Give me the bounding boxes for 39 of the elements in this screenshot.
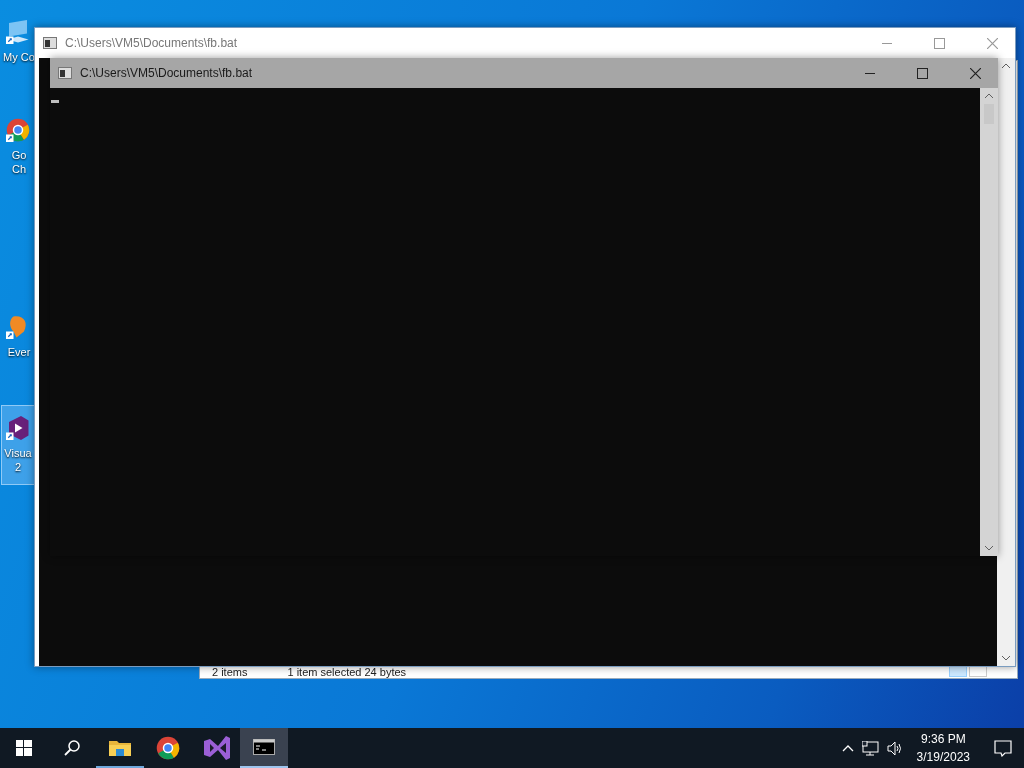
- icon-label: Go: [11, 148, 27, 162]
- desktop-icon[interactable]: Go Ch: [2, 108, 36, 188]
- computer-icon[interactable]: [6, 20, 30, 44]
- close-icon[interactable]: [987, 37, 998, 49]
- window-title: C:\Users\VM5\Documents\fb.bat: [65, 36, 239, 50]
- visual-studio-icon[interactable]: [6, 416, 30, 440]
- close-icon[interactable]: [970, 67, 981, 79]
- scroll-down-icon[interactable]: [984, 544, 994, 552]
- icon-label: Visua: [4, 446, 32, 460]
- folder-icon: [109, 738, 131, 756]
- window-title: C:\Users\VM5\Documents\fb.bat: [80, 66, 254, 80]
- taskbar-button[interactable]: [240, 728, 288, 768]
- console-icon: [58, 67, 72, 79]
- desktop-icon[interactable]: Visua 2: [1, 405, 35, 485]
- status-text: 2 items: [212, 666, 248, 678]
- scroll-up-icon[interactable]: [1001, 62, 1011, 70]
- search-icon: [64, 740, 80, 756]
- network-icon[interactable]: [861, 740, 879, 756]
- desktop-icon[interactable]: Ever: [2, 305, 36, 385]
- clock[interactable]: 9:36 PM 3/19/2023: [910, 730, 976, 766]
- notification-icon[interactable]: [994, 739, 1012, 757]
- visual-studio-icon: [202, 734, 230, 762]
- volume-icon[interactable]: [886, 740, 903, 756]
- scroll-up-icon[interactable]: [984, 92, 994, 100]
- status-text: 1 item selected 24 bytes: [287, 666, 407, 678]
- icon-label: My Co: [3, 50, 35, 64]
- console-icon: [253, 739, 275, 755]
- icon-label: 2: [14, 460, 22, 474]
- chrome-icon: [156, 736, 180, 760]
- desktop-icon[interactable]: My Co: [2, 10, 36, 90]
- console-icon: [43, 37, 57, 49]
- icon-label: Ch: [11, 162, 27, 176]
- maximize-icon[interactable]: [917, 67, 928, 79]
- start-icon: [16, 740, 32, 756]
- chevron-up-icon[interactable]: [841, 743, 854, 753]
- chrome-icon[interactable]: [6, 118, 30, 142]
- text-cursor: [51, 100, 59, 103]
- icon-label: Ever: [7, 345, 31, 359]
- scroll-down-icon[interactable]: [1001, 654, 1011, 662]
